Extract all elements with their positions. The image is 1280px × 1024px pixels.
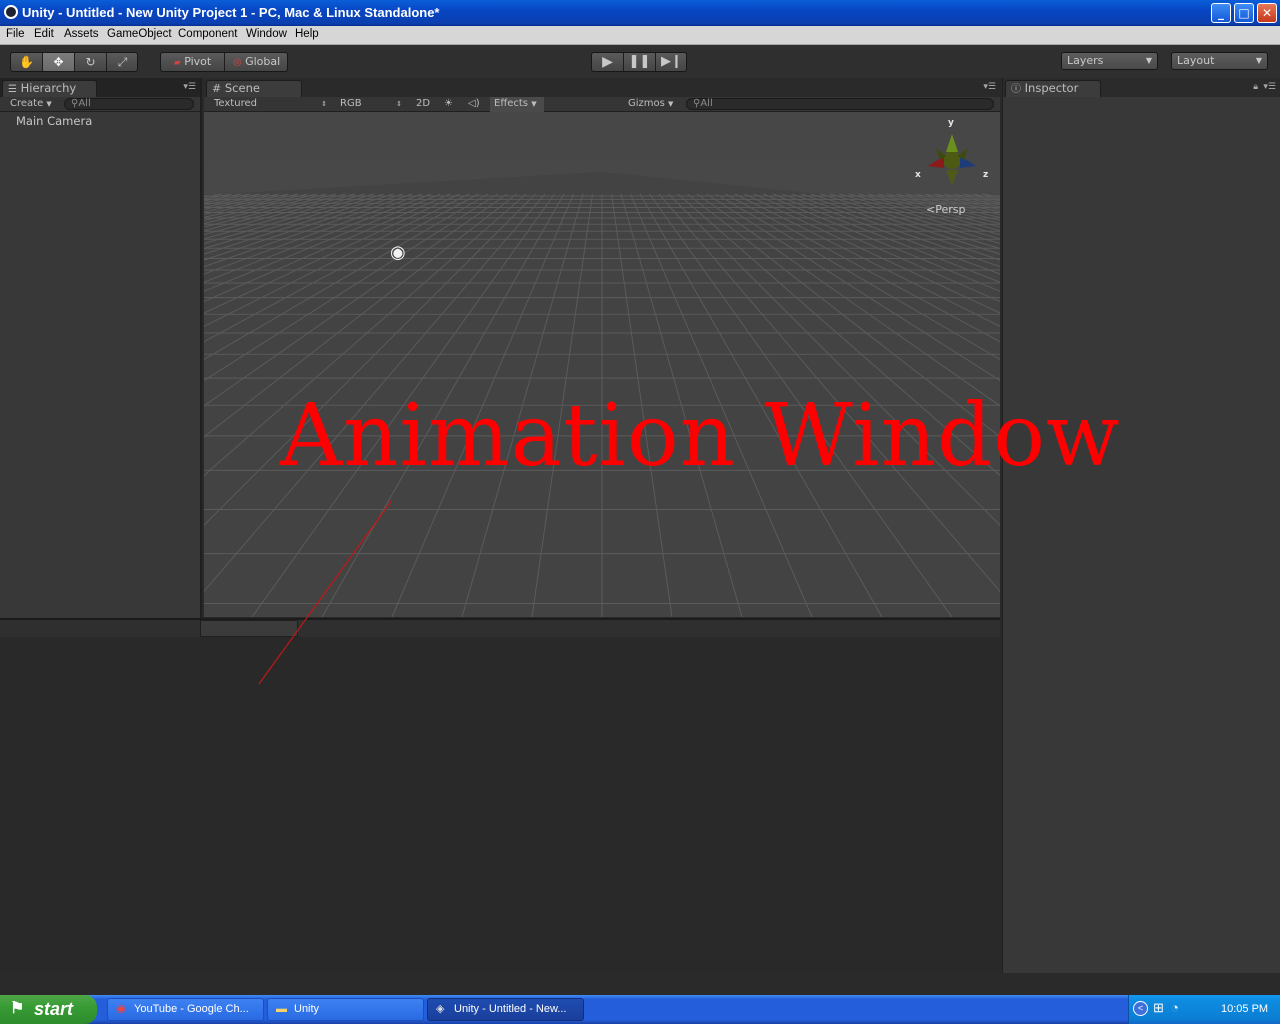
taskbar-item-chrome[interactable]: ◉ YouTube - Google Ch... (107, 998, 264, 1021)
chevron-left-icon[interactable]: < (1133, 1001, 1148, 1016)
taskbar-item-label: Unity - Untitled - New... (454, 1003, 567, 1015)
taskbar-item-label: Unity (294, 1003, 320, 1015)
network-icon[interactable]: ⊞ (1153, 1000, 1164, 1016)
start-button[interactable]: ⚑ start (0, 995, 97, 1024)
windows-flag-icon: ⚑ (10, 1000, 25, 1017)
chrome-icon: ◉ (116, 1003, 126, 1015)
taskbar-item-unity[interactable]: ◈ Unity - Untitled - New... (427, 998, 584, 1021)
volume-icon[interactable]: ◔ (1171, 1000, 1179, 1015)
clock: 10:05 PM (1221, 1003, 1269, 1015)
annotation-text: Animation Window (280, 386, 1121, 486)
annotation-arrow (258, 499, 393, 685)
system-tray: < ⊞ ◔ 10:05 PM (1128, 995, 1280, 1024)
folder-icon: ▬ (276, 1003, 287, 1015)
taskbar-item-label: YouTube - Google Ch... (134, 1003, 249, 1015)
unity-icon: ◈ (436, 1003, 445, 1015)
taskbar-item-folder[interactable]: ▬ Unity (267, 998, 424, 1021)
start-label: start (34, 999, 74, 1019)
